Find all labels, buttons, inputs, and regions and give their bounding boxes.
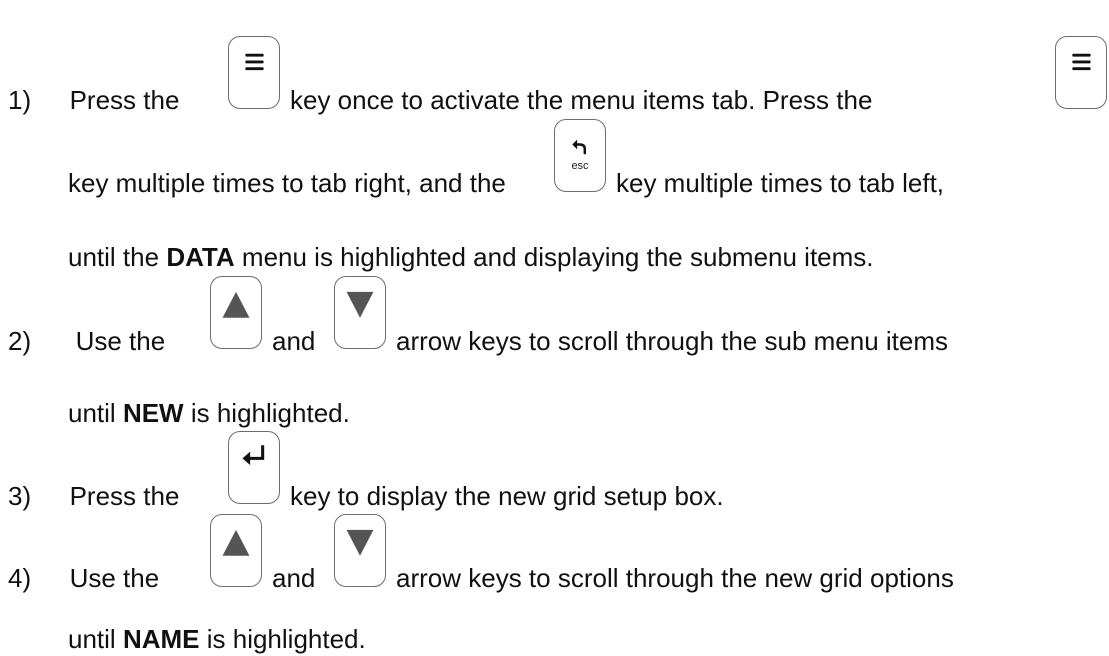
enter-icon bbox=[242, 445, 265, 466]
menu-key bbox=[228, 36, 280, 109]
step-text: arrow keys to scroll through the sub men… bbox=[396, 326, 949, 356]
step-number: 3) bbox=[8, 481, 32, 511]
step-number: 4) bbox=[8, 563, 32, 593]
step-2-line-1-cont: arrow keys to scroll through the sub men… bbox=[396, 326, 948, 356]
step-number: 2) bbox=[8, 326, 32, 356]
item-name-new: NEW bbox=[122, 398, 184, 428]
step-text: Press the bbox=[69, 481, 180, 511]
step-text: is highlighted. bbox=[190, 398, 350, 428]
step-1-line-3: until the DATA menu is highlighted and d… bbox=[68, 242, 874, 272]
step-4-line-2: until NAME is highlighted. bbox=[68, 624, 366, 654]
step-text: until the bbox=[68, 242, 160, 272]
step-text: arrow keys to scroll through the new gri… bbox=[396, 563, 954, 593]
step-text: and bbox=[272, 563, 316, 593]
enter-key bbox=[228, 431, 280, 504]
down-arrow-key bbox=[334, 276, 386, 349]
step-4-line-1: 4) Use the bbox=[8, 563, 159, 593]
down-arrow-icon bbox=[346, 291, 374, 318]
step-text: Use the bbox=[69, 563, 160, 593]
item-name-name: NAME bbox=[122, 624, 200, 654]
step-text: key multiple times to tab left, bbox=[616, 168, 945, 198]
down-arrow-icon bbox=[346, 529, 374, 556]
step-text: is highlighted. bbox=[206, 624, 366, 654]
step-2-line-2: until NEW is highlighted. bbox=[68, 398, 350, 428]
back-arrow-icon bbox=[572, 139, 587, 155]
esc-label: esc bbox=[571, 160, 589, 172]
step-text: until bbox=[68, 624, 116, 654]
down-arrow-key bbox=[334, 514, 386, 587]
step-number: 1) bbox=[8, 85, 32, 115]
step-text: Press the bbox=[69, 85, 180, 115]
step-text: Use the bbox=[75, 326, 166, 356]
menu-icon bbox=[1072, 53, 1091, 71]
step-4-line-1-cont: arrow keys to scroll through the new gri… bbox=[396, 563, 954, 593]
step-text: key to display the new grid setup box. bbox=[290, 481, 724, 511]
menu-key bbox=[1055, 36, 1107, 109]
step-2-line-1-and: and bbox=[272, 326, 315, 356]
step-1-line-1-cont: key once to activate the menu items tab.… bbox=[290, 85, 872, 115]
step-text: until bbox=[68, 398, 116, 428]
step-text: menu is highlighted and displaying the s… bbox=[241, 242, 874, 272]
step-text: key multiple times to tab right, and the bbox=[68, 168, 506, 198]
up-arrow-key bbox=[210, 276, 262, 349]
menu-name-data: DATA bbox=[166, 242, 235, 272]
step-4-line-1-and: and bbox=[272, 563, 315, 593]
step-text: key once to activate the menu items tab.… bbox=[290, 85, 873, 115]
step-text: and bbox=[272, 326, 316, 356]
step-1-line-1: 1) Press the bbox=[8, 85, 179, 115]
step-2-line-1: 2) Use the bbox=[8, 326, 165, 356]
up-arrow-key bbox=[210, 514, 262, 587]
step-3-line-1-cont: key to display the new grid setup box. bbox=[290, 481, 724, 511]
step-3-line-1: 3) Press the bbox=[8, 481, 179, 511]
step-1-line-2-cont: key multiple times to tab left, bbox=[616, 168, 944, 198]
esc-key: esc bbox=[554, 119, 606, 192]
step-1-line-2: key multiple times to tab right, and the bbox=[68, 168, 506, 198]
up-arrow-icon bbox=[222, 529, 250, 556]
up-arrow-icon bbox=[222, 291, 250, 318]
menu-icon bbox=[245, 53, 264, 71]
